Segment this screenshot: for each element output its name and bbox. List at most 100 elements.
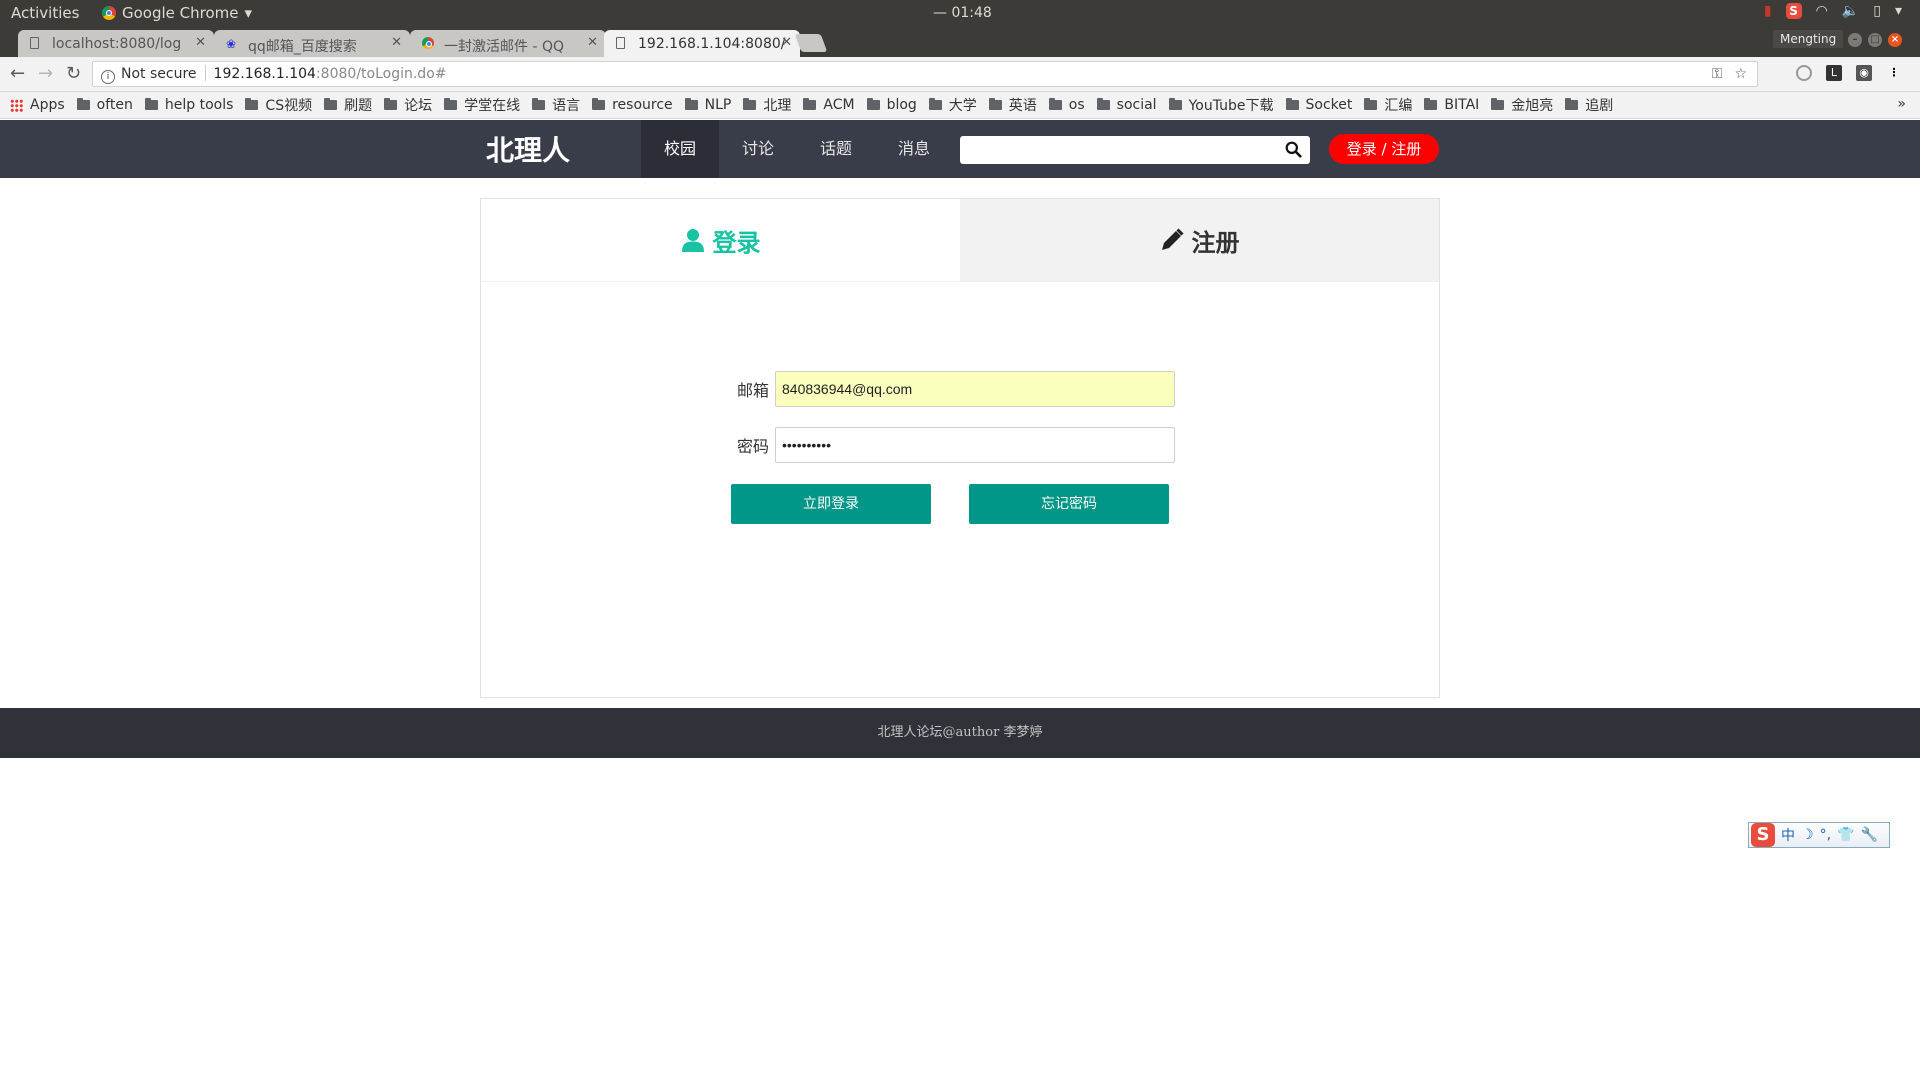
app-menu[interactable]: Google Chrome ▾ — [102, 4, 252, 22]
bookmark-folder[interactable]: CS视频 — [245, 95, 312, 115]
address-bar[interactable]: i Not secure 192.168.1.104:8080/toLogin.do… — [92, 61, 1758, 87]
user-icon — [681, 229, 704, 252]
bookmark-folder[interactable]: often — [76, 97, 133, 113]
new-tab-button[interactable] — [794, 34, 828, 52]
bookmark-folder[interactable]: 语言 — [532, 95, 580, 115]
bookmark-label: 北理 — [763, 98, 792, 114]
document-icon — [30, 37, 39, 49]
nav-item-discussion[interactable]: 讨论 — [719, 120, 797, 178]
browser-tab-active[interactable]: 192.168.1.104:8080/ ✕ — [604, 30, 800, 57]
bookmark-label: social — [1116, 97, 1157, 113]
key-icon[interactable]: ⚿ — [1712, 62, 1723, 86]
folder-icon — [1096, 98, 1110, 110]
bookmark-folder[interactable]: 汇编 — [1364, 95, 1412, 115]
bookmark-folder[interactable]: social — [1096, 97, 1157, 113]
bookmark-label: 英语 — [1008, 98, 1037, 114]
close-window-icon[interactable]: × — [1888, 33, 1902, 47]
login-register-button[interactable]: 登录 / 注册 — [1329, 134, 1439, 164]
forward-arrow-icon[interactable]: → — [38, 63, 53, 84]
extension-circle-icon[interactable] — [1796, 65, 1812, 81]
footer-text: 北理人论坛@author 李梦婷 — [877, 725, 1043, 740]
baidu-paw-icon: ❀ — [226, 37, 237, 51]
maximize-icon[interactable]: □ — [1868, 33, 1882, 47]
extension-shield-icon[interactable]: ◉ — [1856, 65, 1872, 81]
bookmark-folder[interactable]: YouTube下载 — [1168, 95, 1274, 115]
close-icon[interactable]: ✕ — [195, 35, 206, 50]
bookmark-folder[interactable]: ACM — [803, 97, 855, 113]
os-top-panel: Activities Google Chrome ▾ — 01:48 ▮ S ◠… — [0, 0, 1920, 27]
bookmark-folder[interactable]: BITAI — [1424, 97, 1479, 113]
bookmark-folder[interactable]: 论坛 — [384, 95, 432, 115]
punctuation-icon[interactable]: °, — [1820, 827, 1831, 843]
moon-icon[interactable]: ☽ — [1801, 827, 1814, 843]
password-field[interactable] — [775, 427, 1175, 463]
forgot-password-button[interactable]: 忘记密码 — [969, 484, 1169, 524]
folder-icon — [444, 98, 458, 110]
bookmark-folder[interactable]: 北理 — [743, 95, 791, 115]
bookmark-label: CS视频 — [265, 98, 313, 114]
bookmark-folder[interactable]: resource — [592, 97, 673, 113]
info-icon[interactable]: i — [101, 70, 115, 84]
tab-register[interactable]: 注册 — [960, 199, 1439, 281]
volume-icon[interactable]: 🔈 — [1842, 3, 1859, 19]
ime-mode-label[interactable]: 中 — [1781, 825, 1795, 845]
bookmark-folder[interactable]: NLP — [684, 97, 731, 113]
signal-bars-icon[interactable]: ▮ — [1764, 3, 1772, 19]
apps-grid-icon[interactable] — [10, 98, 23, 112]
bookmark-folder[interactable]: Socket — [1285, 97, 1352, 113]
minimize-icon[interactable]: – — [1848, 33, 1862, 47]
bookmark-folder[interactable]: 学堂在线 — [444, 95, 520, 115]
sogou-ime-tray-icon[interactable]: S — [1785, 3, 1802, 19]
activities-button[interactable]: Activities — [11, 4, 79, 22]
tab-login-label: 登录 — [712, 228, 761, 257]
folder-icon — [928, 98, 942, 110]
bookmarks-overflow-button[interactable]: » — [1897, 96, 1906, 112]
email-field[interactable] — [775, 371, 1175, 407]
shirt-icon[interactable]: 👕 — [1837, 827, 1854, 843]
email-label: 邮箱 — [736, 381, 769, 400]
profile-button[interactable]: Mengting — [1773, 30, 1844, 48]
wrench-icon[interactable]: 🔧 — [1860, 827, 1877, 843]
nav-item-topics[interactable]: 话题 — [797, 120, 875, 178]
battery-icon[interactable]: ▯ — [1873, 3, 1881, 19]
bookmark-folder[interactable]: 刷题 — [324, 95, 372, 115]
back-arrow-icon[interactable]: ← — [10, 63, 25, 84]
folder-icon — [1424, 98, 1438, 110]
folder-icon — [1491, 98, 1505, 110]
site-logo[interactable]: 北理人 — [486, 129, 570, 169]
wifi-icon[interactable]: ◠ — [1816, 3, 1828, 19]
bookmark-folder[interactable]: 英语 — [988, 95, 1037, 115]
bookmark-folder[interactable]: 追剧 — [1565, 95, 1613, 115]
reload-icon[interactable]: ↻ — [66, 63, 81, 84]
power-menu-icon[interactable]: ▾ — [1895, 3, 1902, 19]
security-label: Not secure — [121, 66, 197, 82]
browser-tab[interactable]: localhost:8080/log ✕ — [18, 30, 214, 57]
ime-toolbar[interactable]: S 中 ☽ °, 👕 🔧 — [1748, 822, 1890, 848]
bookmark-label: often — [96, 97, 133, 113]
tab-title: 192.168.1.104:8080/ — [638, 36, 786, 52]
bookmark-folder[interactable]: blog — [866, 97, 917, 113]
extension-dark-icon[interactable]: L — [1826, 65, 1842, 81]
bookmark-folder[interactable]: 大学 — [928, 95, 977, 115]
bookmarks-bar: Apps often help tools CS视频 刷题 论坛 学堂在线 语言… — [0, 92, 1920, 119]
bookmark-folder[interactable]: os — [1048, 97, 1085, 113]
search-icon[interactable] — [1285, 141, 1302, 158]
bookmark-label: 金旭亮 — [1511, 98, 1554, 114]
clock[interactable]: — 01:48 — [933, 5, 992, 21]
folder-icon — [684, 98, 698, 110]
tab-login[interactable]: 登录 — [481, 199, 960, 281]
nav-item-campus[interactable]: 校园 — [641, 120, 719, 178]
star-bookmark-icon[interactable]: ☆ — [1734, 62, 1747, 86]
bookmark-folder[interactable]: help tools — [144, 97, 233, 113]
login-submit-button[interactable]: 立即登录 — [731, 484, 931, 524]
close-icon[interactable]: ✕ — [587, 35, 598, 50]
menu-dots-icon[interactable]: ⋮ — [1886, 65, 1902, 81]
browser-tab[interactable]: ❀ qq邮箱_百度搜索 ✕ — [214, 30, 410, 57]
browser-tab[interactable]: 一封激活邮件 - QQ ✕ — [410, 30, 606, 57]
site-search-input[interactable] — [960, 136, 1276, 164]
close-icon[interactable]: ✕ — [781, 35, 792, 50]
bookmark-apps[interactable]: Apps — [30, 97, 65, 113]
nav-item-messages[interactable]: 消息 — [875, 120, 953, 178]
bookmark-folder[interactable]: 金旭亮 — [1491, 95, 1553, 115]
close-icon[interactable]: ✕ — [391, 35, 402, 50]
